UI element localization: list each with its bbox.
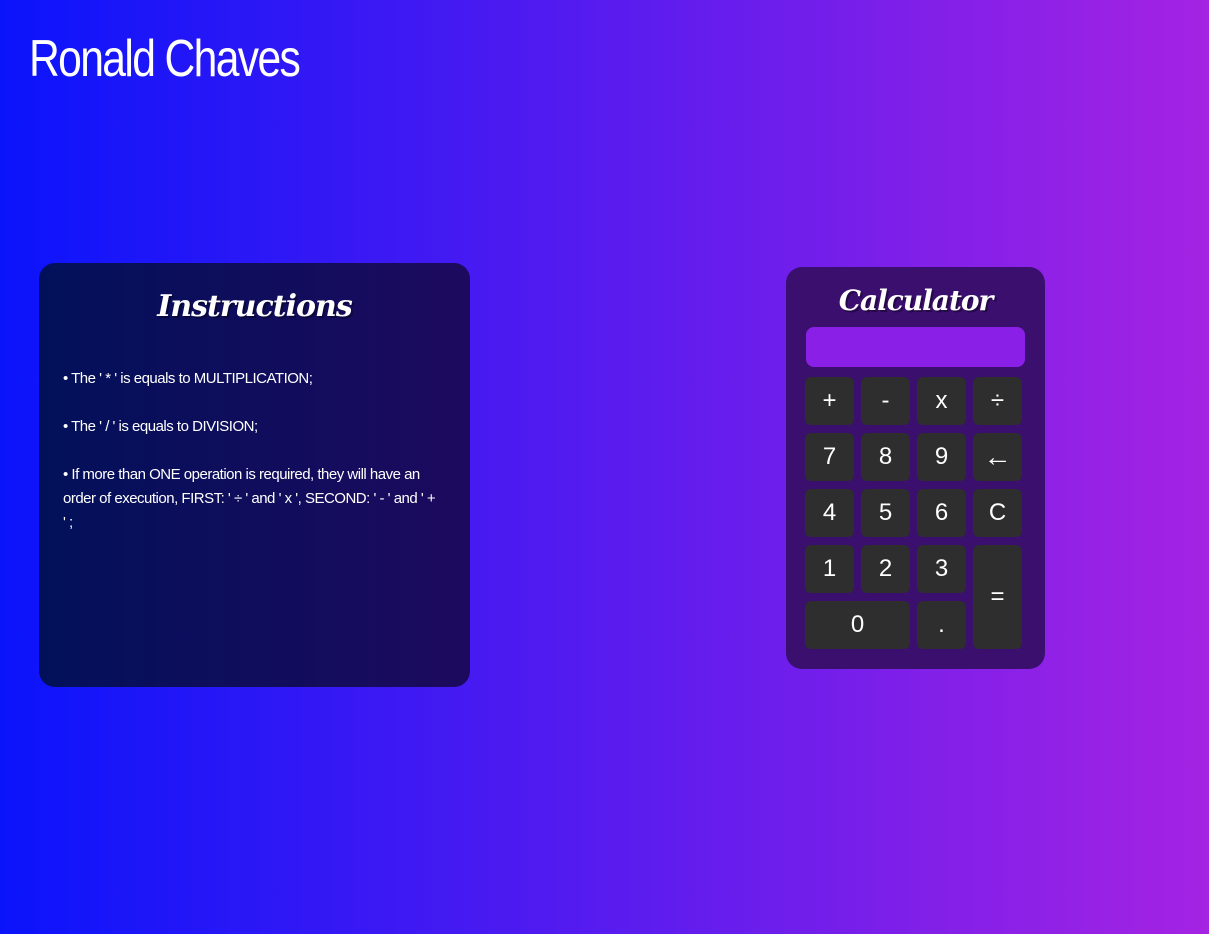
calculator-display	[806, 327, 1025, 367]
instruction-item-order-of-operations: • If more than ONE operation is required…	[63, 466, 436, 531]
key-0[interactable]: 0	[805, 601, 910, 649]
key-9[interactable]: 9	[917, 433, 966, 481]
instructions-title: Instructions	[157, 289, 352, 324]
key-3[interactable]: 3	[917, 545, 966, 593]
key-decimal[interactable]: .	[917, 601, 966, 649]
key-7[interactable]: 7	[805, 433, 854, 481]
key-equals[interactable]: =	[973, 545, 1022, 649]
key-plus[interactable]: +	[805, 377, 854, 425]
key-backspace[interactable]: ←	[973, 433, 1022, 481]
instruction-item-division: • The ' / ' is equals to DIVISION;	[63, 418, 258, 435]
instructions-panel: Instructions • The ' * ' is equals to MU…	[39, 263, 470, 687]
key-1[interactable]: 1	[805, 545, 854, 593]
key-divide[interactable]: ÷	[973, 377, 1022, 425]
instructions-list: • The ' * ' is equals to MULTIPLICATION;…	[63, 367, 438, 559]
calculator-title: Calculator	[838, 284, 994, 317]
instruction-item-multiplication: • The ' * ' is equals to MULTIPLICATION;	[63, 370, 313, 387]
key-5[interactable]: 5	[861, 489, 910, 537]
key-minus[interactable]: -	[861, 377, 910, 425]
key-4[interactable]: 4	[805, 489, 854, 537]
calculator-panel: Calculator + - x ÷ 7 8 9 ← 4 5 6 C 1 2 3…	[786, 267, 1045, 669]
key-8[interactable]: 8	[861, 433, 910, 481]
key-clear[interactable]: C	[973, 489, 1022, 537]
key-2[interactable]: 2	[861, 545, 910, 593]
key-6[interactable]: 6	[917, 489, 966, 537]
key-multiply[interactable]: x	[917, 377, 966, 425]
site-title: Ronald Chaves	[29, 30, 301, 88]
